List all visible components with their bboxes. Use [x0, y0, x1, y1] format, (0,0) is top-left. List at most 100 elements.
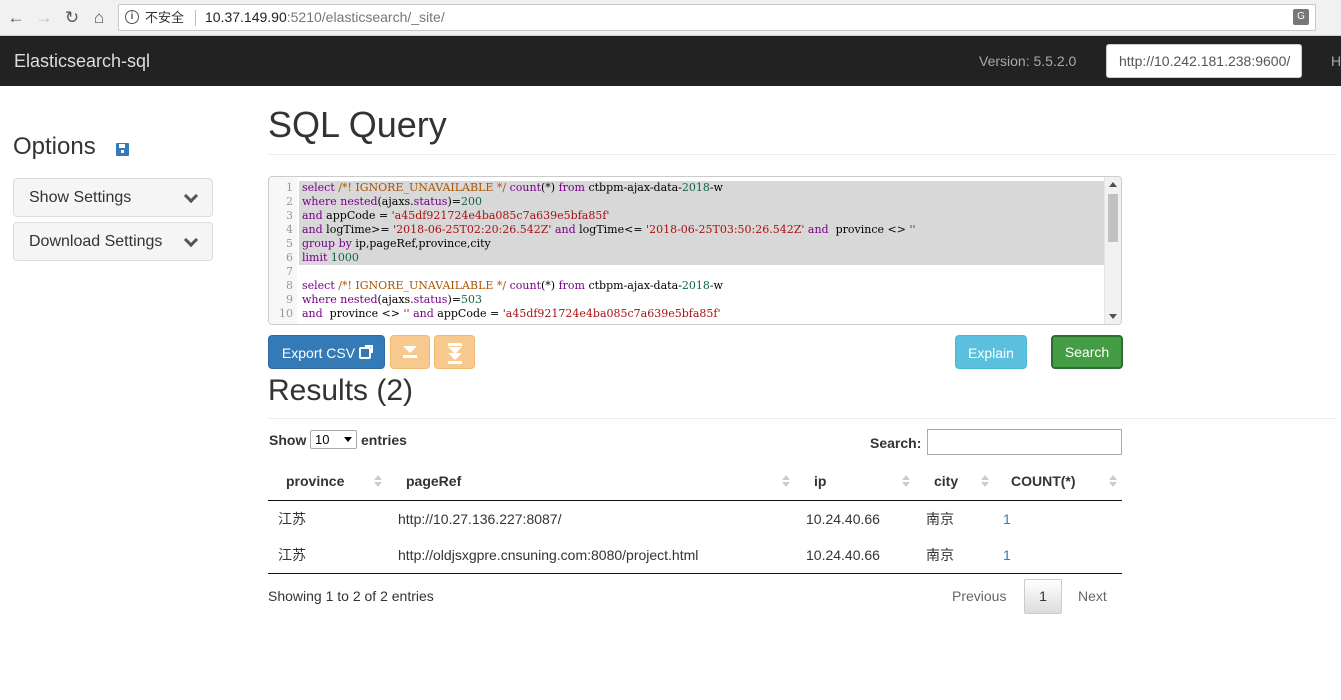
column-header-ip[interactable]: ip	[814, 462, 826, 500]
insecure-label: 不安全	[145, 10, 185, 25]
download-settings-panel[interactable]: Download Settings	[13, 222, 213, 261]
table-search-input[interactable]	[927, 429, 1122, 455]
code-line[interactable]: 6 limit 1000	[269, 251, 1105, 265]
pagination-next[interactable]: Next	[1078, 588, 1107, 604]
download-settings-label: Download Settings	[29, 233, 163, 250]
editor-scrollbar[interactable]	[1104, 177, 1121, 324]
search-button[interactable]: Search	[1051, 335, 1123, 369]
code-line[interactable]: 5 group by ip,pageRef,province,city	[269, 237, 1105, 251]
line-number: 10	[279, 307, 293, 320]
download-button[interactable]	[390, 335, 430, 369]
code-line[interactable]: 3 and appCode = 'a45df921724e4ba085c7a639…	[269, 209, 1105, 223]
code-text[interactable]: where nested(ajaxs.status)=503	[302, 293, 482, 307]
table-header-border	[268, 500, 1122, 501]
results-divider	[268, 418, 1336, 419]
show-settings-panel[interactable]: Show Settings	[13, 178, 213, 217]
code-text[interactable]: and appCode = 'a45df921724e4ba085c7a639e…	[302, 209, 610, 223]
code-text[interactable]: and logTime>= '2018-06-25T02:20:26.542Z'…	[302, 223, 916, 237]
sql-editor[interactable]: 1 select /*! IGNORE_UNAVAILABLE */ count(…	[268, 176, 1122, 325]
export-csv-label: Export CSV	[281, 345, 356, 361]
table-cell-city: 南京	[926, 511, 954, 527]
line-number: 9	[286, 293, 293, 306]
caret-down-icon	[344, 437, 352, 442]
download-all-button[interactable]	[434, 335, 475, 369]
chevron-down-icon	[183, 232, 199, 248]
table-cell-ip: 10.24.40.66	[806, 511, 880, 527]
export-csv-button[interactable]: Export CSV	[268, 335, 385, 369]
code-line[interactable]: 8 select /*! IGNORE_UNAVAILABLE */ count(…	[269, 279, 1105, 293]
table-cell-province: 江苏	[278, 511, 306, 527]
back-icon[interactable]: ←	[4, 6, 28, 30]
forward-icon[interactable]: →	[32, 6, 56, 30]
code-text[interactable]: and province <> '' and appCode = 'a45df9…	[302, 307, 721, 321]
save-icon[interactable]	[116, 143, 129, 156]
code-line[interactable]: 9 where nested(ajaxs.status)=503	[269, 293, 1105, 307]
column-header-pageref[interactable]: pageRef	[406, 462, 461, 500]
code-text[interactable]: where nested(ajaxs.status)=200	[302, 195, 482, 209]
line-number: 5	[286, 237, 293, 250]
table-footer-border	[268, 573, 1122, 574]
code-line[interactable]: 4 and logTime>= '2018-06-25T02:20:26.542Z…	[269, 223, 1105, 237]
line-number: 2	[286, 195, 293, 208]
translate-icon[interactable]: G	[1293, 9, 1309, 25]
table-cell-province: 江苏	[278, 547, 306, 563]
table-info: Showing 1 to 2 of 2 entries	[268, 588, 434, 604]
line-number: 8	[286, 279, 293, 292]
line-number: 6	[286, 251, 293, 264]
scroll-thumb[interactable]	[1108, 194, 1118, 242]
table-cell-ip: 10.24.40.66	[806, 547, 880, 563]
code-text[interactable]: group by ip,pageRef,province,city	[302, 237, 491, 251]
code-lines[interactable]: 1 select /*! IGNORE_UNAVAILABLE */ count(…	[269, 181, 1105, 321]
scroll-down-icon[interactable]	[1109, 314, 1117, 319]
code-line[interactable]: 7	[269, 265, 1105, 279]
page-title: SQL Query	[268, 104, 447, 145]
table-cell-pageref: http://oldjsxgpre.cnsuning.com:8080/proj…	[398, 547, 699, 563]
page-length-value: 10	[315, 432, 330, 447]
entries-label: entries	[361, 432, 407, 448]
brand-title[interactable]: Elasticsearch-sql	[14, 36, 150, 86]
reload-icon[interactable]: ↻	[60, 6, 84, 30]
chevron-down-icon	[183, 188, 199, 204]
explain-button[interactable]: Explain	[955, 335, 1027, 369]
url-separator	[195, 10, 196, 26]
code-text[interactable]: select /*! IGNORE_UNAVAILABLE */ count(*…	[302, 181, 723, 195]
table-cell-count: 1	[1003, 547, 1011, 563]
browser-toolbar: ← → ↻ ⌂ i 不安全 10.37.149.90:5210/elastics…	[0, 0, 1341, 36]
line-number: 4	[286, 223, 293, 236]
line-number: 3	[286, 209, 293, 222]
home-icon[interactable]: ⌂	[87, 6, 111, 30]
column-header-province[interactable]: province	[286, 462, 344, 500]
column-header-city[interactable]: city	[934, 462, 958, 500]
results-title: Results (2)	[268, 374, 414, 407]
line-number: 1	[286, 181, 293, 194]
show-settings-label: Show Settings	[29, 189, 132, 206]
sort-icon[interactable]	[1109, 475, 1117, 487]
table-cell-pageref: http://10.27.136.227:8087/	[398, 511, 562, 527]
address-bar[interactable]: i 不安全 10.37.149.90:5210/elasticsearch/_s…	[118, 4, 1316, 31]
header-overflow-link[interactable]: H	[1331, 36, 1341, 86]
url-text[interactable]: 10.37.149.90:5210/elasticsearch/_site/	[205, 5, 445, 30]
pagination-page-1[interactable]: 1	[1024, 579, 1062, 614]
code-line[interactable]: 2 where nested(ajaxs.status)=200	[269, 195, 1105, 209]
pagination-previous[interactable]: Previous	[952, 588, 1006, 604]
sort-icon[interactable]	[981, 475, 989, 487]
app-header: Elasticsearch-sql Version: 5.5.2.0 http:…	[0, 36, 1341, 86]
version-label: Version: 5.5.2.0	[979, 53, 1077, 69]
sort-icon[interactable]	[374, 475, 382, 487]
sort-icon[interactable]	[902, 475, 910, 487]
code-line[interactable]: 1 select /*! IGNORE_UNAVAILABLE */ count(…	[269, 181, 1105, 195]
server-url-input[interactable]: http://10.242.181.238:9600/	[1106, 44, 1302, 78]
page-length-select[interactable]: 10	[310, 430, 357, 449]
code-line[interactable]: 10 and province <> '' and appCode = 'a45d…	[269, 307, 1105, 321]
scroll-up-icon[interactable]	[1109, 182, 1117, 187]
external-link-icon	[359, 345, 374, 359]
column-header-count[interactable]: COUNT(*)	[1011, 462, 1076, 500]
info-icon[interactable]: i	[125, 10, 139, 24]
sort-icon[interactable]	[782, 475, 790, 487]
table-search-label: Search:	[870, 435, 922, 451]
table-cell-city: 南京	[926, 547, 954, 563]
code-text[interactable]: select /*! IGNORE_UNAVAILABLE */ count(*…	[302, 279, 723, 293]
line-number: 7	[286, 265, 293, 278]
code-text[interactable]: limit 1000	[302, 251, 359, 265]
table-cell-count: 1	[1003, 511, 1011, 527]
